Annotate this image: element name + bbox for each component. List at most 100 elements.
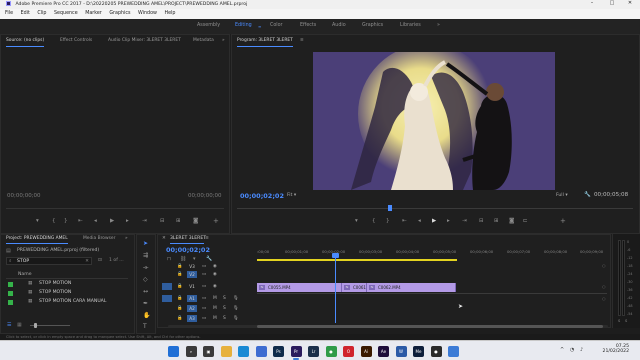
- source-patch-a1[interactable]: [162, 295, 172, 302]
- list-item[interactable]: ▦ STOP MOTION CARA MANUAL: [6, 298, 128, 306]
- export-frame-icon[interactable]: ◙: [509, 218, 514, 224]
- mark-in-icon[interactable]: {: [372, 218, 376, 224]
- bin-icon[interactable]: ⊡: [98, 258, 102, 263]
- obs-icon[interactable]: ●: [430, 346, 442, 357]
- add-marker-icon[interactable]: ▾: [355, 218, 358, 224]
- mark-out-icon[interactable]: }: [386, 218, 390, 224]
- after-effects-icon[interactable]: Ae: [378, 346, 389, 357]
- workspace-editing[interactable]: Editing: [235, 23, 252, 28]
- timeline-settings-icon[interactable]: 🔧: [206, 256, 212, 262]
- app-icon[interactable]: [448, 346, 459, 357]
- voiceover-icon[interactable]: 🎙: [233, 295, 239, 302]
- work-area-bar[interactable]: [257, 259, 457, 261]
- eye-icon[interactable]: ◉: [213, 283, 217, 290]
- program-timecode[interactable]: 00;00;02;02: [240, 192, 284, 200]
- program-settings-icon[interactable]: 🔧: [584, 192, 591, 198]
- eye-icon[interactable]: ◉: [213, 271, 217, 278]
- icon-view-icon[interactable]: ▦: [17, 322, 22, 328]
- solo-button[interactable]: S: [223, 315, 226, 322]
- track-label-a3[interactable]: A3: [187, 315, 197, 322]
- program-add-button-icon[interactable]: +: [560, 217, 566, 225]
- project-column-header[interactable]: Name: [6, 271, 128, 279]
- sequence-menu-icon[interactable]: ≡: [205, 236, 209, 241]
- step-forward-icon[interactable]: ▸: [447, 218, 450, 224]
- lift-icon[interactable]: ⊟: [479, 218, 484, 224]
- track-label-a1[interactable]: A1: [187, 295, 197, 302]
- opera-icon[interactable]: O: [343, 346, 354, 357]
- clear-search-icon[interactable]: ✕: [85, 258, 89, 265]
- workspace-color[interactable]: Color: [270, 23, 283, 28]
- sync-lock-icon[interactable]: ▭: [202, 305, 206, 312]
- goto-in-icon[interactable]: ⇤: [402, 218, 407, 224]
- tab-source[interactable]: Source: (no clips): [6, 36, 44, 46]
- track-label-v1[interactable]: V1: [187, 283, 197, 290]
- scrollbar-thumb[interactable]: [257, 325, 603, 328]
- razor-tool-icon[interactable]: ◇: [143, 276, 148, 283]
- zoom-slider-handle[interactable]: [34, 323, 37, 328]
- source-step-forward-icon[interactable]: ▸: [126, 218, 129, 224]
- sync-lock-icon[interactable]: ▭: [202, 283, 206, 290]
- menu-edit[interactable]: Edit: [21, 11, 30, 16]
- voiceover-icon[interactable]: 🎙: [233, 305, 239, 312]
- zoom-select[interactable]: Fit ▾: [287, 193, 296, 198]
- track-label-v3[interactable]: V3: [187, 263, 197, 270]
- solo-button[interactable]: S: [223, 295, 226, 302]
- workspace-graphics[interactable]: Graphics: [362, 23, 383, 28]
- type-tool-icon[interactable]: T: [143, 323, 147, 330]
- lightroom-icon[interactable]: Lr: [308, 346, 319, 357]
- program-playhead[interactable]: [388, 205, 392, 211]
- menu-help[interactable]: Help: [164, 11, 175, 16]
- clip-c0055[interactable]: fx C0055.MP4: [257, 283, 342, 292]
- tab-audio-clip-mixer[interactable]: Audio Clip Mixer: 3LERET 3LERET: [108, 36, 181, 46]
- sequence-tab[interactable]: 3LERET 3LERET: [170, 236, 206, 241]
- file-explorer-icon[interactable]: [220, 346, 232, 357]
- source-mark-out-brace-icon[interactable]: }: [64, 218, 68, 224]
- workspace-more[interactable]: »: [437, 23, 440, 28]
- volume-icon[interactable]: ♪: [580, 347, 583, 353]
- track-select-tool-icon[interactable]: ⇶: [143, 252, 148, 259]
- menu-window[interactable]: Window: [138, 11, 157, 16]
- sync-lock-icon[interactable]: ▭: [202, 271, 206, 278]
- quality-select[interactable]: Full ▾: [556, 193, 568, 198]
- timeline-playhead-line[interactable]: [335, 257, 336, 323]
- edge-icon[interactable]: [238, 346, 249, 357]
- workspace-effects[interactable]: Effects: [300, 23, 316, 28]
- source-overwrite-icon[interactable]: ⊞: [176, 218, 181, 224]
- clock[interactable]: 07.25 21/02/2022: [593, 344, 629, 354]
- task-view-icon[interactable]: ▣: [203, 346, 214, 357]
- source-timecode-in[interactable]: 00;00;00;00: [7, 193, 41, 199]
- source-play-icon[interactable]: ▶: [110, 218, 114, 224]
- solo-left-button[interactable]: S: [618, 319, 620, 323]
- chrome-icon[interactable]: ●: [325, 346, 337, 357]
- timeline-timecode[interactable]: 00;00;02;02: [166, 246, 210, 254]
- source-mark-out-icon[interactable]: {: [52, 218, 56, 224]
- source-patch-v1[interactable]: [162, 283, 172, 290]
- track-scroll-icon[interactable]: ○: [602, 263, 606, 268]
- program-menu-icon[interactable]: ≡: [300, 36, 304, 46]
- close-sequence-icon[interactable]: ✕: [162, 236, 166, 241]
- voiceover-icon[interactable]: 🎙: [233, 315, 239, 322]
- clip-c0061[interactable]: fx C0061: [342, 283, 367, 292]
- play-button-icon[interactable]: ▶: [432, 218, 436, 224]
- search-icon[interactable]: ⌕: [185, 346, 197, 357]
- tab-metadata[interactable]: Metadata: [193, 36, 214, 46]
- tray-overflow-icon[interactable]: ^: [560, 347, 564, 353]
- photoshop-icon[interactable]: Ps: [273, 346, 284, 357]
- menu-graphics[interactable]: Graphics: [109, 11, 130, 16]
- mute-button[interactable]: M: [213, 315, 217, 322]
- source-mark-in-icon[interactable]: ▾: [36, 218, 39, 224]
- source-step-back-icon[interactable]: ◂: [94, 218, 97, 224]
- solo-right-button[interactable]: S: [625, 319, 627, 323]
- mute-button[interactable]: M: [213, 305, 217, 312]
- solo-button[interactable]: S: [223, 305, 226, 312]
- lock-icon[interactable]: 🔒: [177, 305, 182, 312]
- linked-selection-icon[interactable]: ⛓: [180, 256, 186, 262]
- workspace-assembly[interactable]: Assembly: [197, 23, 220, 28]
- tab-effect-controls[interactable]: Effect Controls: [60, 36, 92, 46]
- lock-icon[interactable]: 🔒: [177, 263, 182, 270]
- maximize-button[interactable]: □: [602, 0, 622, 9]
- close-button[interactable]: ✕: [620, 0, 640, 9]
- tabs-more[interactable]: »: [222, 36, 225, 46]
- menu-sequence[interactable]: Sequence: [54, 11, 78, 16]
- tab-program[interactable]: Program: 3LERET 3LERET: [237, 36, 293, 46]
